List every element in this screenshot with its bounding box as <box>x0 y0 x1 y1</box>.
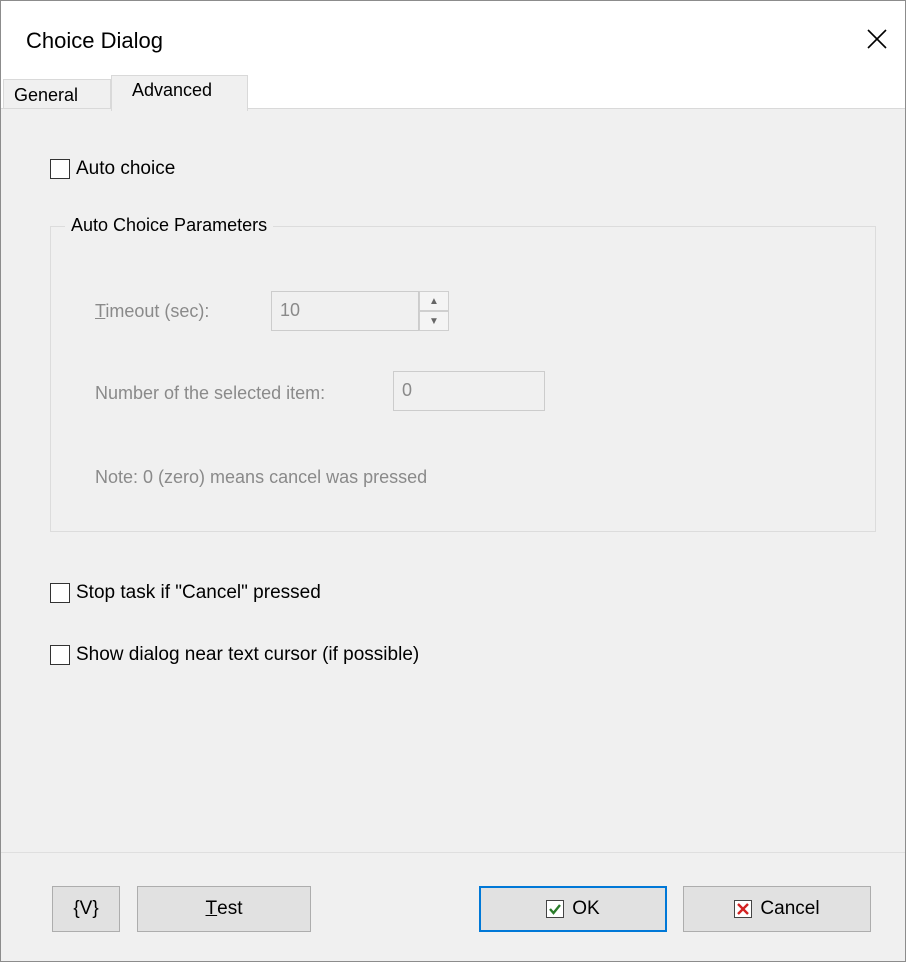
selected-item-label: Number of the selected item: <box>95 383 326 403</box>
timeout-label: Timeout (sec): <box>95 301 209 322</box>
test-button[interactable]: Test <box>137 886 311 932</box>
timeout-label-rest: imeout (sec): <box>105 301 210 321</box>
checkbox-box[interactable] <box>50 645 70 665</box>
close-button[interactable] <box>857 19 897 59</box>
auto-choice-checkbox[interactable]: Auto choice <box>50 158 175 180</box>
spin-down-icon[interactable]: ▼ <box>419 311 449 331</box>
close-icon <box>867 29 887 49</box>
test-mnemonic: T <box>205 898 218 919</box>
window-title: Choice Dialog <box>26 28 163 53</box>
test-label-rest: est <box>217 898 243 919</box>
auto-choice-parameters-group: Auto Choice Parameters Timeout (sec): 10… <box>50 215 876 532</box>
tab-advanced[interactable]: Advanced <box>111 75 248 111</box>
footer-divider <box>1 852 905 853</box>
ok-label: OK <box>572 898 600 919</box>
cancel-x-icon <box>734 900 753 918</box>
cancel-label: Cancel <box>760 898 820 919</box>
stop-task-label: Stop task if "Cancel" pressed <box>76 582 321 603</box>
checkbox-box[interactable] <box>50 583 70 603</box>
variables-button[interactable]: {V} <box>52 886 120 932</box>
auto-choice-label: Auto choice <box>76 158 176 179</box>
cancel-note: Note: 0 (zero) means cancel was pressed <box>95 467 428 487</box>
spin-up-icon[interactable]: ▲ <box>419 291 449 311</box>
choice-dialog-window: Choice Dialog General Advanced Auto choi… <box>0 0 906 962</box>
timeout-input[interactable]: 10 <box>271 291 419 331</box>
show-near-cursor-checkbox[interactable]: Show dialog near text cursor (if possibl… <box>50 644 419 666</box>
group-title: Auto Choice Parameters <box>65 215 274 236</box>
timeout-spinner[interactable]: ▲ ▼ <box>419 291 449 331</box>
advanced-panel: Auto choice Auto Choice Parameters Timeo… <box>11 108 895 852</box>
tab-general[interactable]: General <box>3 79 111 109</box>
selected-item-input[interactable]: 0 <box>393 371 545 411</box>
tab-strip: General Advanced <box>1 75 905 111</box>
timeout-label-mnemonic: T <box>95 301 106 321</box>
title-bar: Choice Dialog <box>1 1 905 75</box>
ok-button[interactable]: OK <box>479 886 667 932</box>
checkmark-icon <box>546 900 565 918</box>
cancel-button[interactable]: Cancel <box>683 886 871 932</box>
checkbox-box[interactable] <box>50 159 70 179</box>
stop-task-checkbox[interactable]: Stop task if "Cancel" pressed <box>50 582 321 604</box>
show-near-cursor-label: Show dialog near text cursor (if possibl… <box>76 644 420 665</box>
